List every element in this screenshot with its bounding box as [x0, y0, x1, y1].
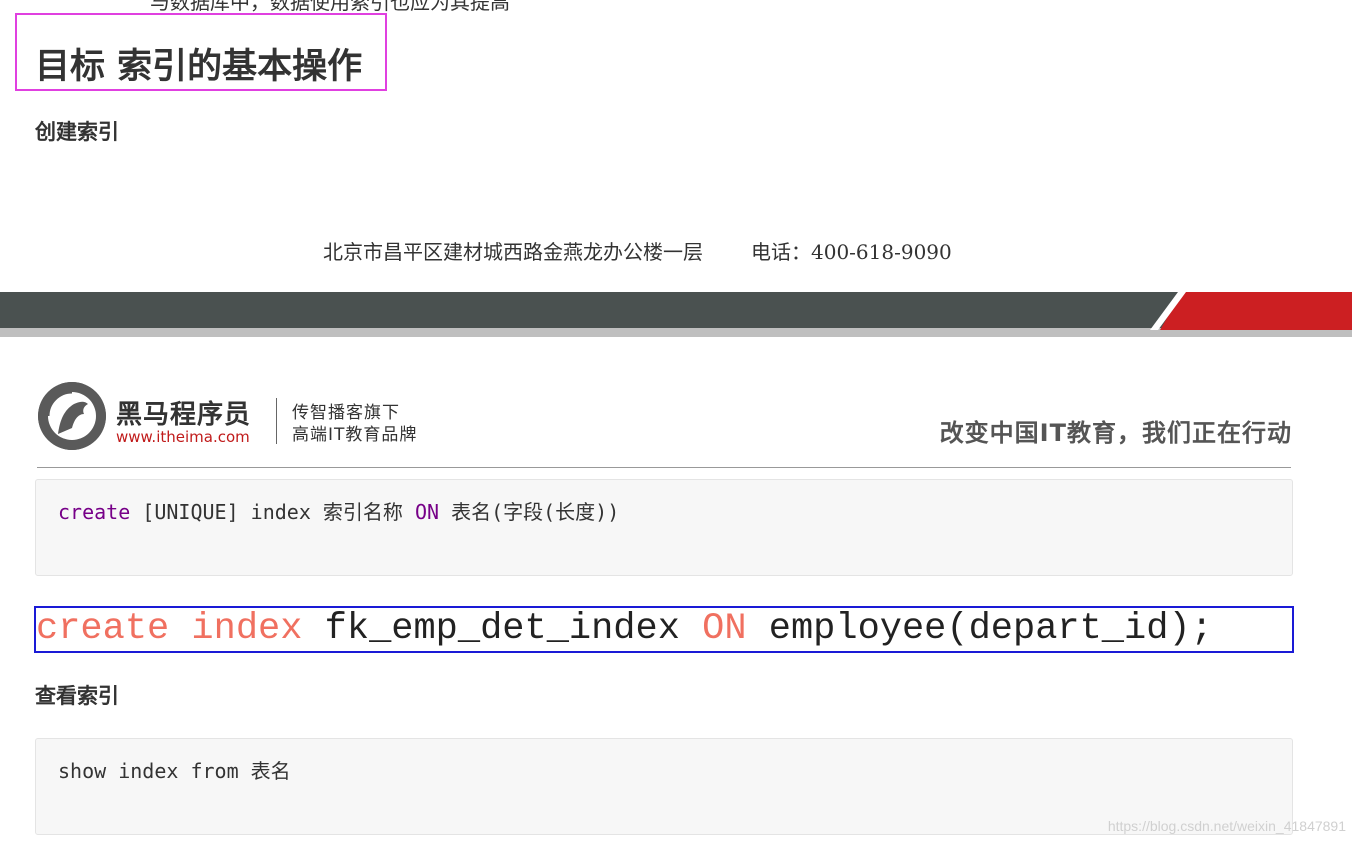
- code-text: [UNIQUE] index 索引名称: [130, 500, 415, 524]
- example-keyword-create-index: create index: [36, 608, 303, 650]
- header-divider: [37, 467, 1291, 468]
- heading-create-index: 创建索引: [35, 120, 119, 144]
- example-tail: employee(depart_id);: [746, 608, 1213, 650]
- brand-url: www.itheima.com: [116, 428, 250, 446]
- horse-logo-icon: [38, 382, 106, 450]
- code-block-show-index: show index from 表名: [35, 738, 1293, 835]
- brand-slogan: 改变中国IT教育，我们正在行动: [939, 419, 1292, 447]
- brand-name: 黑马程序员: [116, 400, 252, 430]
- example-keyword-on: ON: [702, 608, 747, 650]
- code-show-text: show index from 表名: [58, 759, 291, 783]
- code-keyword-on: ON: [414, 500, 440, 524]
- section-title: 目标 索引的基本操作: [35, 47, 363, 87]
- footer-phone: 电话：400-618-9090: [751, 240, 952, 264]
- footer-band-dark: [0, 292, 1352, 330]
- example-index-name: fk_emp_det_index: [302, 608, 703, 650]
- footer-band-red: [1160, 292, 1352, 330]
- watermark: https://blog.csdn.net/weixin_41847891: [1107, 818, 1346, 834]
- example-code-box: create index fk_emp_det_index ON employe…: [34, 606, 1294, 653]
- code-text-tail: 表名(字段(长度)): [439, 500, 620, 524]
- brand-separator: [276, 398, 277, 444]
- code-keyword-create: create: [58, 500, 131, 524]
- footer-address: 北京市昌平区建材城西路金燕龙办公楼一层: [323, 240, 703, 264]
- brand-logo: 黑马程序员 www.itheima.com 传智播客旗下 高端IT教育品牌: [38, 382, 458, 452]
- footer-band-light: [0, 328, 1352, 337]
- slide-footer: 北京市昌平区建材城西路金燕龙办公楼一层 电话：400-618-9090: [323, 236, 952, 265]
- code-block-create-syntax: create [UNIQUE] index 索引名称 ON 表名(字段(长度)): [35, 479, 1293, 576]
- heading-show-index: 查看索引: [35, 684, 119, 708]
- brand-subtitle-2: 高端IT教育品牌: [292, 425, 418, 445]
